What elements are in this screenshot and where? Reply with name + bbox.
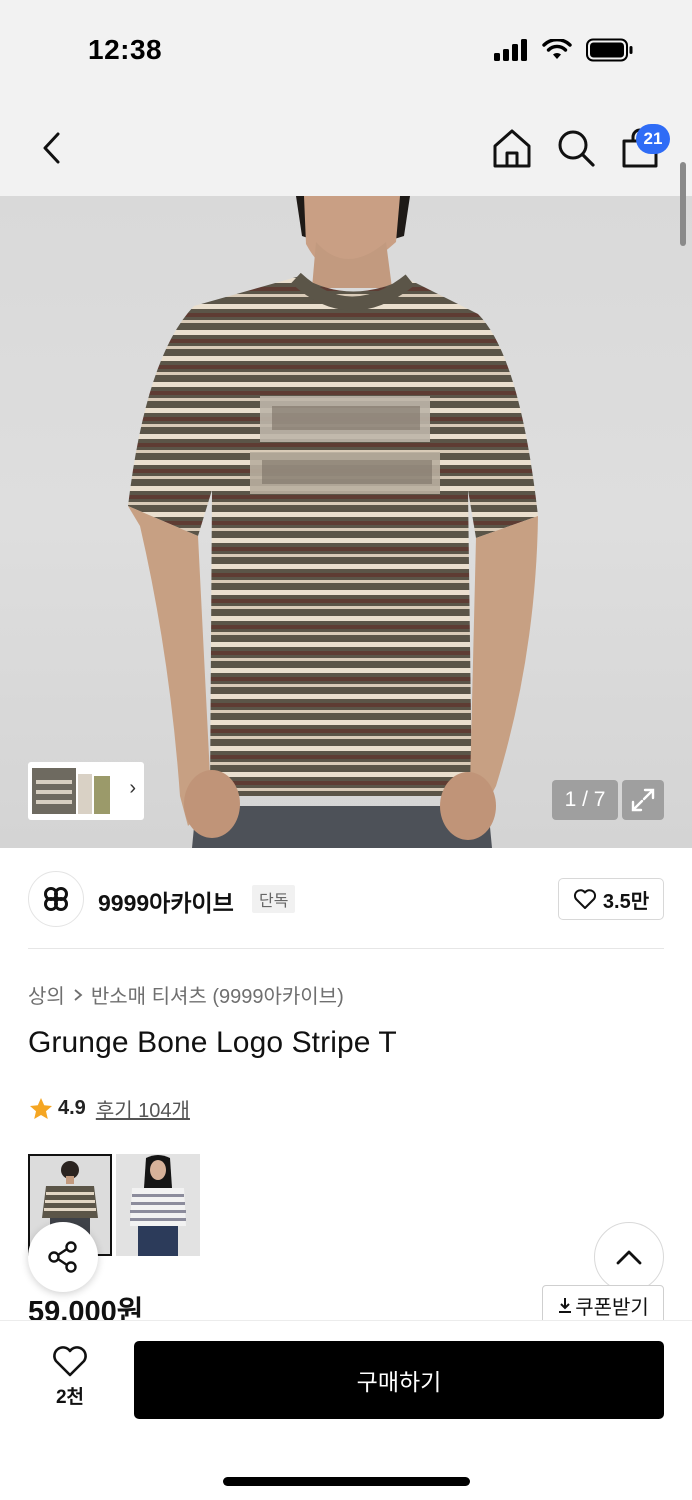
expand-button[interactable]: [622, 780, 664, 820]
coupon-label: 쿠폰받기: [575, 1296, 649, 1319]
home-icon: [493, 129, 531, 168]
scroll-to-top-button[interactable]: [594, 1222, 664, 1292]
cart-count-badge: 21: [636, 124, 670, 154]
product-title: Grunge Bone Logo Stripe T: [28, 1026, 397, 1059]
wishlist-count: 2천: [55, 1387, 85, 1408]
brand-logo[interactable]: [28, 871, 84, 927]
color-option-image: [116, 1154, 200, 1256]
rating-row: 4.9 후기 104개: [28, 1094, 190, 1123]
reviews-link[interactable]: 후기 104개: [96, 1094, 190, 1123]
brand-like-button[interactable]: 3.5만: [558, 878, 664, 920]
brand-name[interactable]: 9999아카이브: [98, 884, 234, 918]
gallery-thumbnail-strip[interactable]: ›: [28, 762, 144, 820]
share-icon: [48, 1241, 77, 1273]
breadcrumb: 상의 반소매 티셔츠 (9999아카이브): [28, 980, 344, 1009]
battery-icon: [586, 38, 633, 62]
product-photo: [128, 196, 538, 848]
cellular-signal-icon: [494, 39, 527, 61]
rating-score: 4.9: [58, 1097, 86, 1119]
share-button[interactable]: [28, 1222, 98, 1292]
exclusive-badge: 단독: [252, 885, 296, 913]
chevron-right-icon: [74, 988, 83, 1001]
gallery-thumbnail-image: [32, 768, 110, 814]
chevron-left-icon: [43, 132, 60, 164]
coupon-button[interactable]: 쿠폰받기: [542, 1285, 664, 1325]
gallery-pager: 1 / 7: [552, 780, 618, 820]
page-scrollbar[interactable]: [680, 162, 686, 246]
color-option-white-stripe[interactable]: [116, 1154, 200, 1256]
breadcrumb-subcategory[interactable]: 반소매 티셔츠 (9999아카이브): [91, 980, 344, 1009]
chevron-right-icon: ›: [129, 777, 136, 799]
chevron-up-icon: [616, 1250, 642, 1265]
download-icon: [559, 1298, 572, 1313]
wishlist-button[interactable]: 2천: [40, 1344, 100, 1414]
heart-outline-icon: [53, 1346, 87, 1377]
search-icon: [558, 130, 595, 167]
status-bar: 12:38: [0, 0, 692, 100]
wifi-icon: [542, 39, 572, 59]
expand-icon: [631, 788, 655, 812]
status-icons: [494, 38, 634, 62]
breadcrumb-category[interactable]: 상의: [28, 980, 65, 1009]
star-icon: [30, 1097, 52, 1119]
heart-outline-icon: [573, 889, 596, 909]
status-time: 12:38: [88, 34, 163, 65]
brand-like-count: 3.5만: [602, 890, 650, 913]
brand-logo-icon: [44, 887, 68, 911]
search-button[interactable]: [554, 126, 598, 170]
buy-button[interactable]: 구매하기: [134, 1341, 664, 1419]
divider: [28, 948, 664, 949]
back-button[interactable]: [30, 126, 74, 170]
home-indicator: [223, 1477, 470, 1486]
product-hero-image[interactable]: [0, 196, 692, 848]
nav-bar: [0, 100, 692, 196]
home-button[interactable]: [490, 126, 534, 170]
